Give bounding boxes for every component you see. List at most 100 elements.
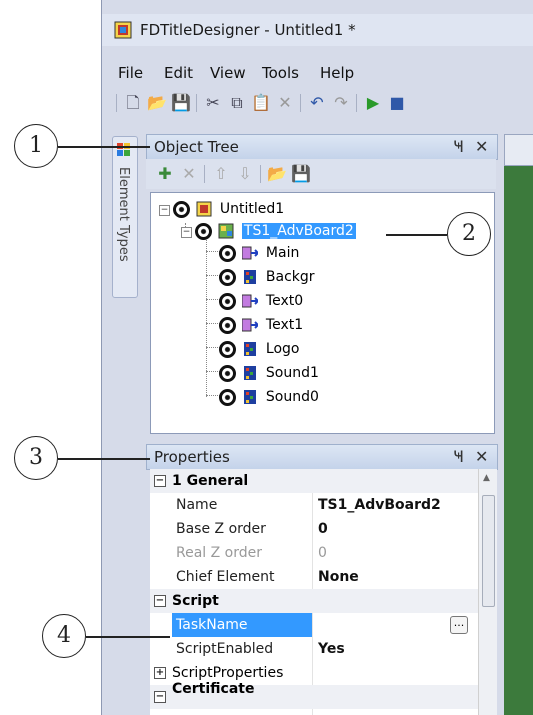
toolbar-separator — [196, 94, 197, 112]
ellipsis-button[interactable]: ... — [450, 616, 468, 634]
toolbar-separator — [204, 165, 205, 183]
cut-icon[interactable]: ✂ — [202, 92, 224, 114]
close-icon[interactable]: ✕ — [475, 137, 488, 156]
tree-node[interactable]: Sound0 — [219, 386, 319, 408]
menu-file[interactable]: File — [118, 64, 143, 82]
menu-help[interactable]: Help — [320, 64, 354, 82]
play-icon[interactable]: ▶ — [362, 92, 384, 114]
pin-icon[interactable]: Ҹ — [453, 447, 464, 466]
property-row[interactable]: ScriptEnabled Yes — [150, 637, 478, 661]
app-window: FDTitleDesigner - Untitled1 * File Edit … — [101, 0, 533, 715]
visibility-icon[interactable] — [219, 244, 236, 262]
tree-node[interactable]: Text0 — [219, 290, 303, 312]
object-tree-title: Object Tree — [154, 138, 239, 156]
property-grid: − 1 General Name TS1_AdvBoard2 Base Z or… — [150, 469, 478, 715]
category-script[interactable]: − Script — [150, 589, 478, 613]
callout-2: 2 — [447, 212, 491, 256]
scroll-thumb[interactable] — [482, 495, 495, 607]
visibility-icon[interactable] — [219, 340, 236, 358]
media-element-icon — [244, 270, 257, 284]
save-template-icon[interactable]: 💾 — [290, 163, 312, 185]
text-element-icon — [242, 246, 259, 260]
tree-node-selected[interactable]: TS1_AdvBoard2 — [195, 220, 356, 242]
redo-icon[interactable]: ↷ — [330, 92, 352, 114]
callout-4: 4 — [42, 614, 86, 658]
toolbar-separator — [260, 165, 261, 183]
element-types-tab[interactable]: Element Types — [112, 136, 138, 298]
copy-icon[interactable]: ⧉ — [226, 92, 248, 114]
tree-node[interactable]: Logo — [219, 338, 299, 360]
tree-node-root[interactable]: Untitled1 — [173, 198, 284, 220]
tree-line — [206, 371, 220, 372]
visibility-icon[interactable] — [173, 200, 190, 218]
app-icon — [114, 21, 132, 39]
visibility-icon[interactable] — [219, 364, 236, 382]
save-icon[interactable]: 💾 — [170, 92, 192, 114]
tree-line — [206, 251, 220, 252]
visibility-icon[interactable] — [195, 222, 212, 240]
property-row[interactable]: Name TS1_AdvBoard2 — [150, 493, 478, 517]
object-tree-panel: Object Tree Ҹ ✕ ✚ ✕ ⇧ ⇩ 📂 💾 − Untitled1 … — [146, 134, 498, 434]
project-icon — [196, 201, 212, 217]
visibility-icon[interactable] — [219, 316, 236, 334]
delete-element-icon[interactable]: ✕ — [178, 163, 200, 185]
callout-leader — [58, 146, 150, 148]
collapse-icon[interactable]: − — [154, 691, 166, 703]
close-icon[interactable]: ✕ — [475, 447, 488, 466]
scroll-up-icon[interactable]: ▲ — [483, 473, 490, 483]
open-folder-icon[interactable]: 📂 — [146, 92, 168, 114]
pin-icon[interactable]: Ҹ — [453, 137, 464, 156]
vertical-scrollbar[interactable]: ▲ — [478, 469, 497, 715]
main-toolbar: 🗋 📂 💾 ✂ ⧉ 📋 ✕ ↶ ↷ ▶ ■ — [102, 88, 533, 118]
collapse-icon[interactable]: − — [154, 595, 166, 607]
add-element-icon[interactable]: ✚ — [154, 163, 176, 185]
collapse-toggle[interactable]: − — [181, 227, 192, 238]
menu-edit[interactable]: Edit — [164, 64, 193, 82]
property-row[interactable]: Base Z order 0 — [150, 517, 478, 541]
tree-line — [206, 395, 220, 396]
menu-view[interactable]: View — [210, 64, 246, 82]
board-icon — [218, 223, 234, 239]
canvas-area[interactable] — [504, 134, 533, 715]
visibility-icon[interactable] — [219, 388, 236, 406]
canvas-tab[interactable] — [504, 134, 533, 166]
property-row[interactable]: Chief Element None — [150, 565, 478, 589]
media-element-icon — [244, 342, 257, 356]
visibility-icon[interactable] — [219, 292, 236, 310]
callout-leader — [58, 458, 150, 460]
callout-leader — [386, 234, 447, 236]
expand-icon[interactable]: + — [154, 667, 166, 679]
property-row[interactable]: Real Z order 0 — [150, 541, 478, 565]
visibility-icon[interactable] — [219, 268, 236, 286]
menu-bar: File Edit View Tools Help — [102, 60, 533, 86]
category-certificate[interactable]: − Certificate — [150, 681, 478, 709]
stop-icon[interactable]: ■ — [386, 92, 408, 114]
properties-panel: Properties Ҹ ✕ − 1 General Name TS1_AdvB… — [146, 444, 498, 715]
move-up-icon[interactable]: ⇧ — [210, 163, 232, 185]
tree-node[interactable]: Sound1 — [219, 362, 319, 384]
move-down-icon[interactable]: ⇩ — [234, 163, 256, 185]
property-row-selected[interactable]: TaskName ... — [150, 613, 478, 637]
category-general[interactable]: − 1 General — [150, 469, 478, 493]
delete-icon[interactable]: ✕ — [274, 92, 296, 114]
object-tree[interactable]: − Untitled1 − TS1_AdvBoard2 Main Backgr — [150, 192, 495, 434]
toolbar-separator — [300, 94, 301, 112]
tree-node[interactable]: Backgr — [219, 266, 315, 288]
load-template-icon[interactable]: 📂 — [266, 163, 288, 185]
object-tree-toolbar: ✚ ✕ ⇧ ⇩ 📂 💾 — [146, 159, 496, 189]
properties-header: Properties Ҹ ✕ — [146, 444, 498, 470]
tree-node[interactable]: Main — [219, 242, 299, 264]
tree-line — [206, 323, 220, 324]
menu-tools[interactable]: Tools — [262, 64, 299, 82]
callout-3: 3 — [14, 436, 58, 480]
tree-line — [206, 275, 220, 276]
properties-title: Properties — [154, 448, 230, 466]
collapse-toggle[interactable]: − — [159, 205, 170, 216]
window-title: FDTitleDesigner - Untitled1 * — [140, 21, 356, 39]
tree-node[interactable]: Text1 — [219, 314, 303, 336]
paste-icon[interactable]: 📋 — [250, 92, 272, 114]
undo-icon[interactable]: ↶ — [306, 92, 328, 114]
new-file-icon[interactable]: 🗋 — [122, 92, 144, 114]
tree-line — [206, 299, 220, 300]
collapse-icon[interactable]: − — [154, 475, 166, 487]
